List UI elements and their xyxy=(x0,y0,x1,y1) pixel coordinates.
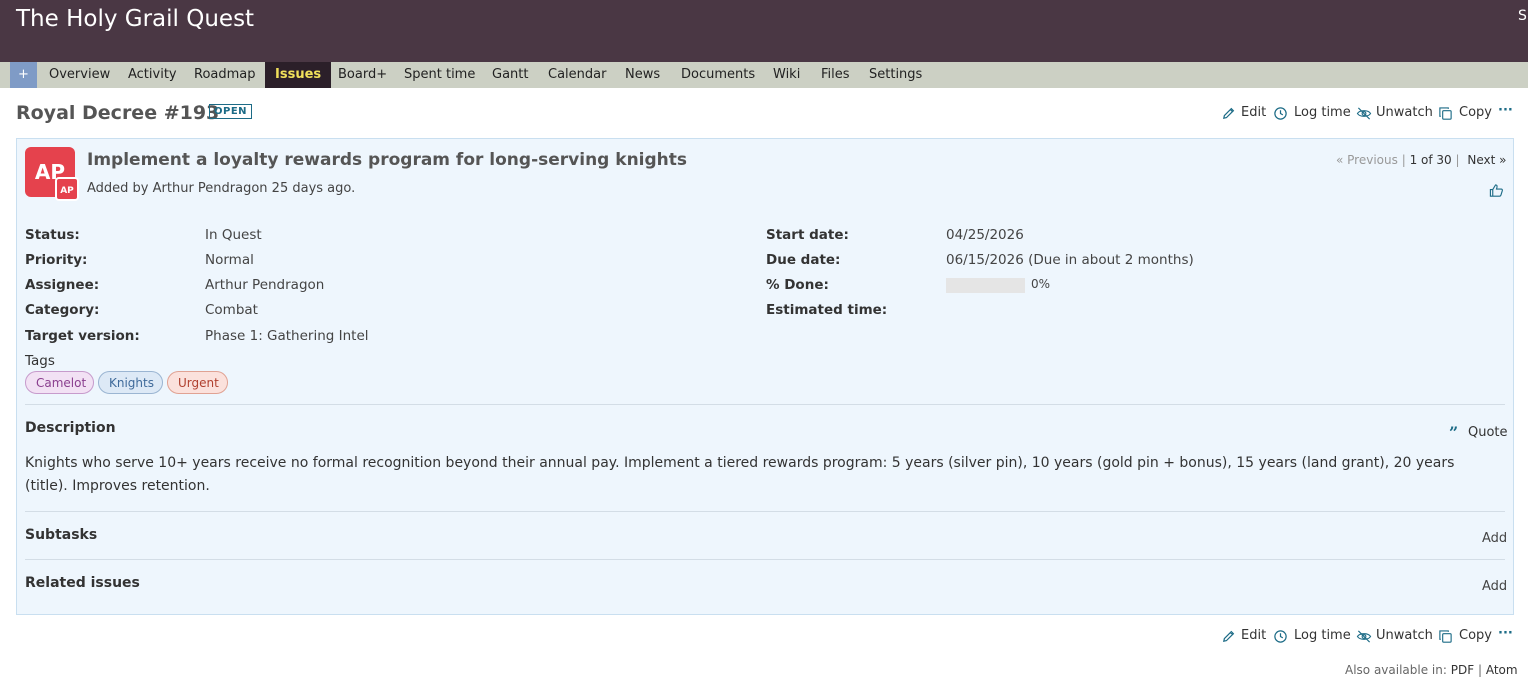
issue-subject: Implement a loyalty rewards program for … xyxy=(87,150,688,170)
contextual-actions-bottom: Edit Log time Unwatch Copy ··· xyxy=(1221,626,1521,646)
tag-urgent[interactable]: Urgent xyxy=(167,371,228,394)
tab-gantt[interactable]: Gantt xyxy=(492,62,528,88)
tab-news[interactable]: News xyxy=(625,62,660,88)
issue-position: 1 of 30 xyxy=(1409,153,1452,167)
tab-issues[interactable]: Issues xyxy=(265,62,332,88)
issue-heading: Royal Decree #193 xyxy=(16,102,220,124)
also-available-label: Also available in: xyxy=(1345,663,1447,677)
tag-knights[interactable]: Knights xyxy=(98,371,163,394)
category-label: Category: xyxy=(25,302,100,318)
top-header: The Holy Grail Quest S xyxy=(0,0,1528,62)
start-date-value: 04/25/2026 xyxy=(946,227,1024,243)
edit-button[interactable]: Edit xyxy=(1241,628,1266,643)
quote-button[interactable]: Quote xyxy=(1468,425,1508,440)
contextual-actions-top: Edit Log time Unwatch Copy ··· xyxy=(1221,103,1521,123)
log-time-button[interactable]: Log time xyxy=(1294,105,1351,120)
main-menu: + Overview Activity Roadmap Issues Board… xyxy=(0,62,1528,88)
assignee-avatar: AP xyxy=(55,177,79,201)
due-date-label: Due date: xyxy=(766,252,841,268)
subtasks-title: Subtasks xyxy=(25,527,98,543)
log-time-button[interactable]: Log time xyxy=(1294,628,1351,643)
target-version-value[interactable]: Phase 1: Gathering Intel xyxy=(205,328,369,344)
issue-details-box xyxy=(16,138,1514,615)
divider xyxy=(25,559,1505,560)
status-badge: OPEN xyxy=(209,104,253,119)
status-label: Status: xyxy=(25,227,80,243)
thumbs-up-icon[interactable] xyxy=(1489,183,1504,198)
category-value: Combat xyxy=(205,302,258,318)
eye-off-icon xyxy=(1356,107,1372,120)
due-date-value: 06/15/2026 (Due in about 2 months) xyxy=(946,252,1194,268)
next-link[interactable]: Next » xyxy=(1467,153,1506,167)
tab-files[interactable]: Files xyxy=(821,62,850,88)
other-formats: Also available in: PDF | Atom xyxy=(1345,663,1518,677)
priority-label: Priority: xyxy=(25,252,88,268)
edit-icon xyxy=(1223,107,1235,119)
target-version-label: Target version: xyxy=(25,328,140,344)
related-issues-title: Related issues xyxy=(25,575,140,591)
tab-documents[interactable]: Documents xyxy=(681,62,755,88)
tags-label: Tags xyxy=(25,353,55,369)
percent-done-value: 0% xyxy=(1031,277,1051,291)
copy-button[interactable]: Copy xyxy=(1459,105,1492,120)
issue-navigation: « Previous | 1 of 30 | Next » xyxy=(1336,153,1507,167)
format-separator: | xyxy=(1477,663,1483,677)
quote-icon: ” xyxy=(1449,423,1459,442)
search-clipped-label: S xyxy=(1518,8,1527,24)
tab-board-plus[interactable]: Board+ xyxy=(338,62,387,88)
percent-done-label: % Done: xyxy=(766,277,829,293)
tag-camelot[interactable]: Camelot xyxy=(25,371,94,394)
eye-off-icon xyxy=(1356,630,1372,643)
more-actions-icon[interactable]: ··· xyxy=(1498,103,1513,118)
nav-separator: | xyxy=(1401,153,1406,167)
status-value: In Quest xyxy=(205,227,262,243)
tab-activity[interactable]: Activity xyxy=(128,62,177,88)
nav-separator: | xyxy=(1455,153,1460,167)
copy-icon xyxy=(1439,630,1452,643)
description-text: Knights who serve 10+ years receive no f… xyxy=(25,455,1455,494)
tab-spent-time[interactable]: Spent time xyxy=(404,62,475,88)
log-time-icon xyxy=(1274,630,1287,643)
unwatch-button[interactable]: Unwatch xyxy=(1376,628,1433,643)
tab-wiki[interactable]: Wiki xyxy=(773,62,800,88)
copy-button[interactable]: Copy xyxy=(1459,628,1492,643)
new-object-button[interactable]: + xyxy=(10,62,37,88)
divider xyxy=(25,511,1505,512)
divider xyxy=(25,404,1505,405)
previous-link[interactable]: « Previous xyxy=(1336,153,1398,167)
log-time-icon xyxy=(1274,107,1287,120)
add-subtask-button[interactable]: Add xyxy=(1482,531,1507,546)
percent-done-bar xyxy=(946,278,1025,293)
project-title[interactable]: The Holy Grail Quest xyxy=(16,6,254,32)
tab-overview[interactable]: Overview xyxy=(49,62,110,88)
edit-button[interactable]: Edit xyxy=(1241,105,1266,120)
edit-icon xyxy=(1223,630,1235,642)
priority-value: Normal xyxy=(205,252,254,268)
author-line: Added by Arthur Pendragon 25 days ago. xyxy=(87,181,356,196)
pdf-link[interactable]: PDF xyxy=(1451,663,1474,677)
assignee-label: Assignee: xyxy=(25,277,100,293)
unwatch-button[interactable]: Unwatch xyxy=(1376,105,1433,120)
atom-link[interactable]: Atom xyxy=(1486,663,1518,677)
add-related-issue-button[interactable]: Add xyxy=(1482,579,1507,594)
more-actions-icon[interactable]: ··· xyxy=(1498,626,1513,641)
estimated-time-label: Estimated time: xyxy=(766,302,888,318)
tab-settings[interactable]: Settings xyxy=(869,62,922,88)
assignee-value[interactable]: Arthur Pendragon xyxy=(205,277,324,293)
tab-calendar[interactable]: Calendar xyxy=(548,62,606,88)
copy-icon xyxy=(1439,107,1452,120)
tab-roadmap[interactable]: Roadmap xyxy=(194,62,256,88)
start-date-label: Start date: xyxy=(766,227,849,243)
description-title: Description xyxy=(25,420,116,436)
